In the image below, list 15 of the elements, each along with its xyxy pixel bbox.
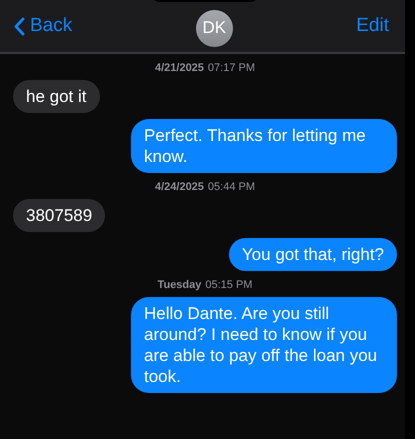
- sent-message-bubble: Perfect. Thanks for letting me know.: [131, 119, 397, 173]
- contact-avatar[interactable]: DK: [196, 10, 233, 46]
- sent-message-bubble: You got that, right?: [228, 238, 397, 271]
- message-date: 4/24/2025: [154, 181, 204, 193]
- received-message-bubble: he got it: [13, 80, 100, 113]
- message-time: 05:15 PM: [205, 279, 252, 291]
- message-time: 05:44 PM: [208, 181, 256, 193]
- edit-button[interactable]: Edit: [356, 15, 389, 37]
- back-chevron-icon: [14, 16, 25, 36]
- message-date: 4/21/2025: [154, 62, 204, 74]
- message-time: 07:17 PM: [208, 62, 256, 74]
- received-message-bubble: 3807589: [13, 199, 106, 232]
- back-button[interactable]: Back: [14, 15, 72, 37]
- sent-message-bubble: Hello Dante. Are you still around? I need to know if you are able to pay off the loan you took.: [131, 297, 397, 393]
- message-date: Tuesday: [158, 279, 202, 291]
